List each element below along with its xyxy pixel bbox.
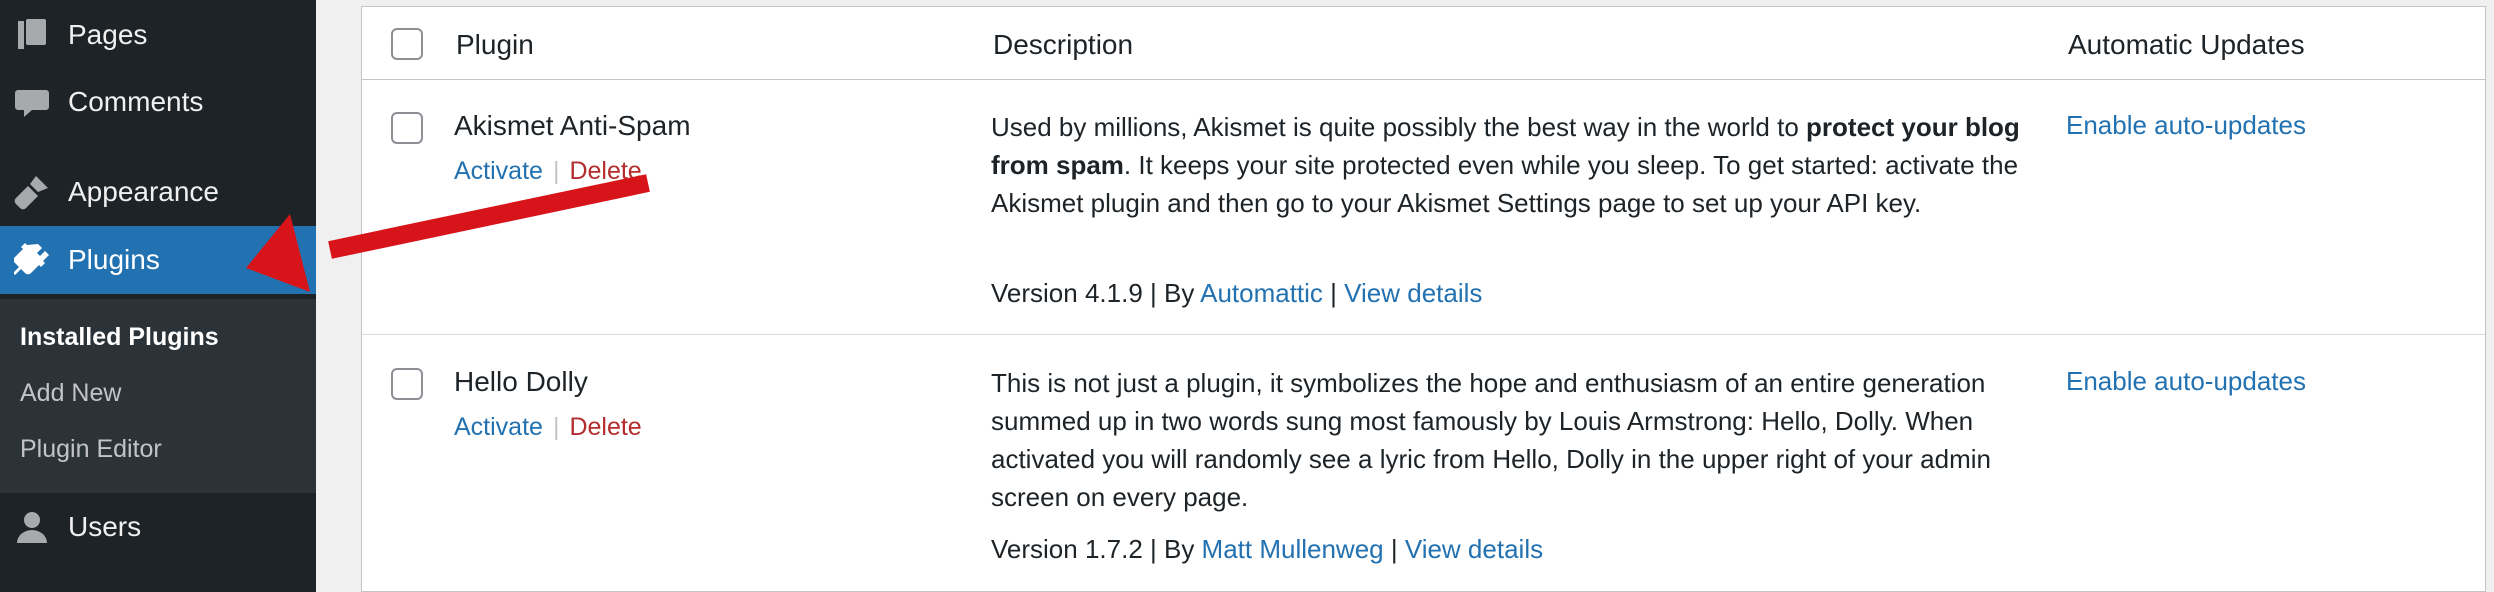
column-header-description: Description: [993, 29, 1134, 60]
sidebar-item-pages[interactable]: Pages: [0, 2, 316, 68]
table-header: Plugin Description Automatic Updates: [362, 7, 2485, 80]
version-text: Version 4.1.9 | By: [991, 278, 1201, 308]
enable-auto-updates-link[interactable]: Enable auto-updates: [2066, 110, 2306, 141]
submenu-installed-plugins[interactable]: Installed Plugins: [20, 323, 219, 352]
row-checkbox[interactable]: [391, 368, 423, 400]
submenu-plugin-editor[interactable]: Plugin Editor: [20, 435, 162, 464]
activate-link[interactable]: Activate: [454, 413, 543, 441]
column-header-plugin: Plugin: [456, 29, 534, 60]
plugin-description: Used by millions, Akismet is quite possi…: [991, 108, 2031, 222]
meta-separator: |: [1383, 534, 1405, 564]
admin-sidebar: Pages Comments Appearance Plugins Instal…: [0, 0, 316, 592]
sidebar-item-label: Pages: [68, 19, 148, 50]
sidebar-item-label: Appearance: [68, 176, 220, 207]
plugin-description: This is not just a plugin, it symbolizes…: [991, 368, 1991, 512]
author-link[interactable]: Matt Mullenweg: [1202, 534, 1384, 564]
users-icon: [14, 509, 50, 545]
sidebar-item-users[interactable]: Users: [0, 494, 316, 560]
delete-link[interactable]: Delete: [569, 413, 641, 441]
enable-auto-updates-link[interactable]: Enable auto-updates: [2066, 366, 2306, 397]
appearance-icon: [14, 174, 50, 210]
plugins-icon: [14, 242, 50, 278]
plugin-meta: Version 1.7.2 | By Matt Mullenweg | View…: [991, 534, 1543, 565]
view-details-link[interactable]: View details: [1405, 534, 1543, 564]
plugins-submenu: Installed Plugins Add New Plugin Editor: [0, 299, 316, 493]
author-link[interactable]: Automattic: [1200, 278, 1323, 308]
meta-separator: |: [1322, 278, 1345, 308]
select-all-checkbox[interactable]: [391, 28, 423, 60]
plugin-name: Hello Dolly: [454, 366, 588, 397]
pages-icon: [14, 17, 50, 53]
table-row: Hello Dolly Activate | Delete This is not …: [362, 336, 2485, 592]
plugin-meta: Version 4.1.9 | By Automattic | View det…: [991, 278, 1482, 309]
action-separator: |: [552, 413, 560, 441]
description-text: . It keeps your site protected even whil…: [991, 150, 2019, 218]
delete-link[interactable]: Delete: [569, 157, 641, 185]
plugins-table: Plugin Description Automatic Updates Aki…: [361, 6, 2486, 592]
sidebar-item-label: Comments: [68, 86, 204, 117]
plugin-name: Akismet Anti-Spam: [454, 110, 691, 141]
sidebar-item-label: Plugins: [68, 244, 160, 275]
action-separator: |: [552, 157, 560, 185]
submenu-add-new[interactable]: Add New: [20, 379, 121, 408]
sidebar-item-appearance[interactable]: Appearance: [0, 159, 316, 225]
sidebar-item-comments[interactable]: Comments: [0, 69, 316, 135]
view-details-link[interactable]: View details: [1344, 278, 1482, 308]
sidebar-item-label: Users: [68, 511, 142, 542]
row-checkbox[interactable]: [391, 112, 423, 144]
activate-link[interactable]: Activate: [454, 157, 543, 185]
table-row: Akismet Anti-Spam Activate | Delete Used b…: [362, 80, 2485, 335]
comments-icon: [14, 84, 50, 120]
row-actions: Activate | Delete: [454, 157, 642, 186]
description-text: Used by millions, Akismet is quite possi…: [991, 112, 1807, 142]
sidebar-item-plugins[interactable]: Plugins: [0, 226, 316, 294]
version-text: Version 1.7.2 | By: [991, 534, 1202, 564]
row-actions: Activate | Delete: [454, 413, 642, 442]
column-header-auto-updates: Automatic Updates: [2068, 29, 2305, 60]
wp-admin-page: Pages Comments Appearance Plugins Instal…: [0, 0, 2494, 592]
